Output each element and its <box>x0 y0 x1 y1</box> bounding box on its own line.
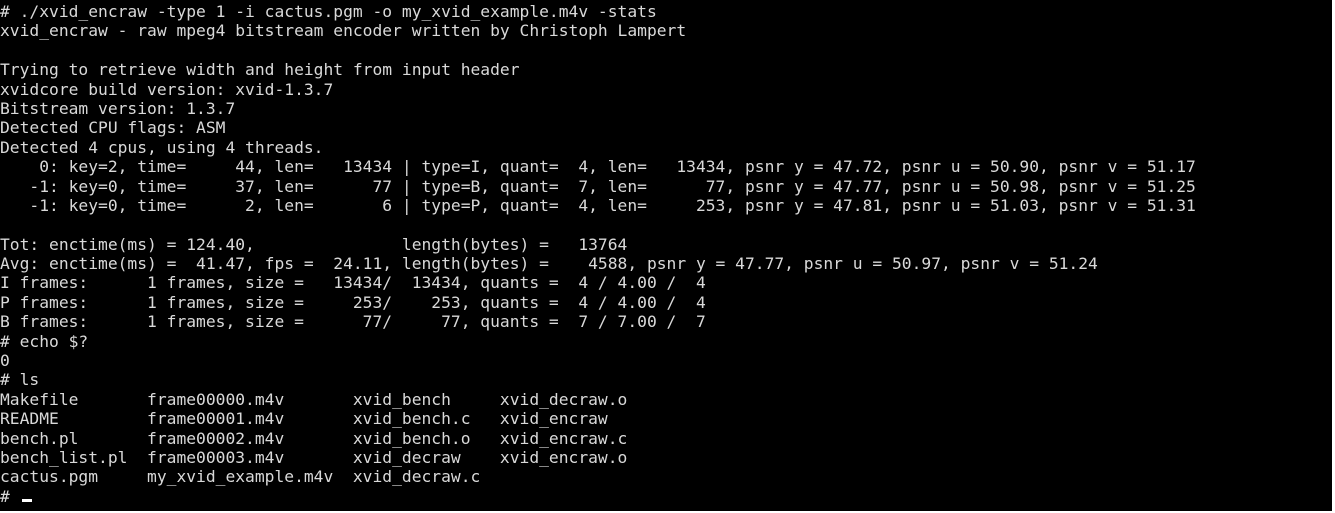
terminal-line: 0: key=2, time= 44, len= 13434 | type=I,… <box>0 157 1196 177</box>
cursor <box>21 498 32 502</box>
terminal-line: # ./xvid_encraw -type 1 -i cactus.pgm -o… <box>0 2 657 21</box>
terminal-line: P frames: 1 frames, size = 253/ 253, qua… <box>0 292 706 312</box>
terminal-line: -1: key=0, time= 2, len= 6 | type=P, qua… <box>0 195 1196 215</box>
terminal-line: I frames: 1 frames, size = 13434/ 13434,… <box>0 273 706 293</box>
terminal-line: Detected 4 cpus, using 4 threads. <box>0 137 324 157</box>
terminal-line: xvid_encraw - raw mpeg4 bitstream encode… <box>0 21 687 41</box>
terminal-line: README frame00001.m4v xvid_bench.c xvid_… <box>0 409 608 429</box>
prompt-line[interactable]: # <box>0 487 1335 506</box>
terminal-line: bench_list.pl frame00003.m4v xvid_decraw… <box>0 447 628 467</box>
terminal-window[interactable]: # ./xvid_encraw -type 1 -i cactus.pgm -o… <box>0 0 1335 513</box>
terminal-line: Bitstream version: 1.3.7 <box>0 98 236 118</box>
terminal-line: cactus.pgm my_xvid_example.m4v xvid_decr… <box>0 467 481 487</box>
terminal-line: 0 <box>0 351 10 371</box>
terminal-line: Makefile frame00000.m4v xvid_bench xvid_… <box>0 389 628 409</box>
terminal-line: # ls <box>0 370 40 390</box>
prompt: # <box>0 486 20 506</box>
terminal-line: # echo $? <box>0 331 89 351</box>
terminal-line: B frames: 1 frames, size = 77/ 77, quant… <box>0 312 706 332</box>
terminal-line: Tot: enctime(ms) = 124.40, length(bytes)… <box>0 234 628 254</box>
terminal-line: Trying to retrieve width and height from… <box>0 60 520 80</box>
terminal-line: -1: key=0, time= 37, len= 77 | type=B, q… <box>0 176 1196 196</box>
terminal-line: bench.pl frame00002.m4v xvid_bench.o xvi… <box>0 428 628 448</box>
terminal-line: Avg: enctime(ms) = 41.47, fps = 24.11, l… <box>0 254 1098 274</box>
terminal-line: Detected CPU flags: ASM <box>0 118 226 138</box>
terminal-line: xvidcore build version: xvid-1.3.7 <box>0 79 334 99</box>
